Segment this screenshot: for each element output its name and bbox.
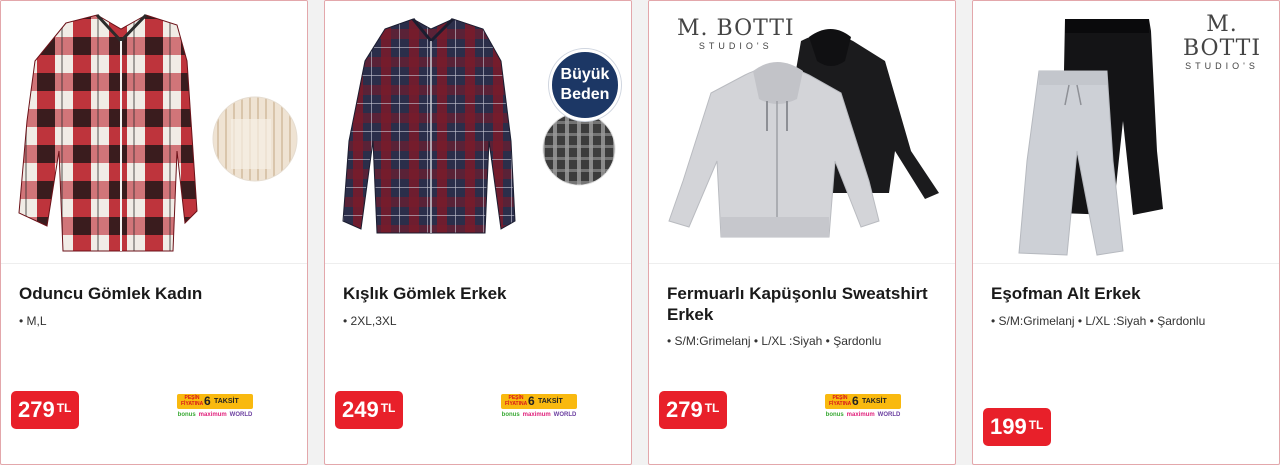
product-title-line-2: Erkek: [667, 305, 714, 324]
installment-count: 6: [852, 394, 859, 408]
brand-name: M. BOTTI: [677, 16, 795, 41]
installment-pesin: PEŞİN FİYATINA: [181, 395, 204, 407]
product-title[interactable]: Fermuarlı Kapüşonlu Sweatshirt Erkek: [667, 283, 937, 325]
maximum-logo: maximum: [522, 412, 551, 418]
big-size-badge: Büyük Beden: [549, 49, 621, 121]
navy-plaid-shirt-image: [342, 17, 616, 234]
product-card-oduncu-gomlek[interactable]: Oduncu Gömlek Kadın • M,L 279 TL PEŞİN F…: [0, 0, 308, 465]
installment-badge: PEŞİN FİYATINA 6 TAKSİT bonus maximum WO…: [501, 394, 577, 420]
product-image[interactable]: Büyük Beden: [325, 1, 631, 263]
bonus-logo: bonus: [177, 412, 196, 418]
product-card-sweatshirt[interactable]: M. BOTTI STUDIO'S Fermuarlı Kapüşonlu Sw…: [648, 0, 956, 465]
product-title[interactable]: Kışlık Gömlek Erkek: [343, 283, 613, 304]
maximum-logo: maximum: [198, 412, 227, 418]
installment-label: TAKSİT: [214, 398, 239, 405]
world-logo: WORLD: [553, 412, 577, 418]
price-tag: 279 TL: [11, 391, 80, 429]
brand-logo: M. BOTTI STUDIO'S: [677, 17, 795, 52]
price-currency: TL: [380, 401, 396, 415]
product-image[interactable]: [1, 1, 307, 263]
badge-line-1: Büyük: [560, 66, 610, 83]
bonus-logo: bonus: [825, 412, 844, 418]
card-divider: [1, 263, 307, 264]
bonus-logo: bonus: [501, 412, 520, 418]
card-divider: [325, 263, 631, 264]
price-currency: TL: [1028, 418, 1044, 432]
world-logo: WORLD: [877, 412, 901, 418]
installment-label: TAKSİT: [538, 398, 563, 405]
product-card-kislik-gomlek[interactable]: Büyük Beden Kışlık Gömlek Erkek • 2XL,3X…: [324, 0, 632, 465]
plaid-shirt-image: [18, 13, 298, 252]
brand-logo: M. BOTTI STUDIO'S: [1165, 13, 1279, 72]
price-currency: TL: [56, 401, 72, 415]
installment-count: 6: [204, 394, 211, 408]
product-features: • S/M:Grimelanj • L/XL :Siyah • Şardonlu: [991, 314, 1206, 328]
card-divider: [973, 263, 1279, 264]
product-features: • S/M:Grimelanj • L/XL :Siyah • Şardonlu: [667, 334, 882, 348]
brand-sub: STUDIO'S: [698, 41, 773, 51]
product-image[interactable]: M. BOTTI STUDIO'S: [973, 1, 1279, 263]
price-tag: 249 TL: [335, 391, 404, 429]
product-title[interactable]: Oduncu Gömlek Kadın: [19, 283, 289, 304]
product-card-esofman[interactable]: M. BOTTI STUDIO'S Eşofman Alt Erkek • S/…: [972, 0, 1280, 465]
card-logos: bonus maximum WORLD: [825, 411, 901, 419]
installment-badge: PEŞİN FİYATINA 6 TAKSİT bonus maximum WO…: [177, 394, 253, 420]
price-amount: 249: [342, 397, 379, 422]
product-grid: Oduncu Gömlek Kadın • M,L 279 TL PEŞİN F…: [0, 0, 1280, 465]
price-tag: 199 TL: [983, 408, 1052, 446]
brand-sub: STUDIO'S: [1185, 61, 1259, 71]
installment-pesin: PEŞİN FİYATINA: [829, 395, 852, 407]
product-features: • M,L: [19, 314, 47, 328]
price-amount: 279: [666, 397, 703, 422]
product-image[interactable]: M. BOTTI STUDIO'S: [649, 1, 955, 263]
card-divider: [649, 263, 955, 264]
price-currency: TL: [704, 401, 720, 415]
world-logo: WORLD: [229, 412, 253, 418]
brand-name: M. BOTTI: [1182, 12, 1262, 61]
product-title[interactable]: Eşofman Alt Erkek: [991, 283, 1261, 304]
price-amount: 199: [990, 414, 1027, 439]
badge-line-2: Beden: [560, 86, 610, 103]
product-features: • 2XL,3XL: [343, 314, 397, 328]
price-amount: 279: [18, 397, 55, 422]
installment-label: TAKSİT: [862, 398, 887, 405]
card-logos: bonus maximum WORLD: [177, 411, 253, 419]
product-title-line-1: Fermuarlı Kapüşonlu Sweatshirt: [667, 284, 928, 303]
card-logos: bonus maximum WORLD: [501, 411, 577, 419]
price-tag: 279 TL: [659, 391, 728, 429]
installment-badge: PEŞİN FİYATINA 6 TAKSİT bonus maximum WO…: [825, 394, 901, 420]
installment-count: 6: [528, 394, 535, 408]
installment-pesin: PEŞİN FİYATINA: [505, 395, 528, 407]
maximum-logo: maximum: [846, 412, 875, 418]
